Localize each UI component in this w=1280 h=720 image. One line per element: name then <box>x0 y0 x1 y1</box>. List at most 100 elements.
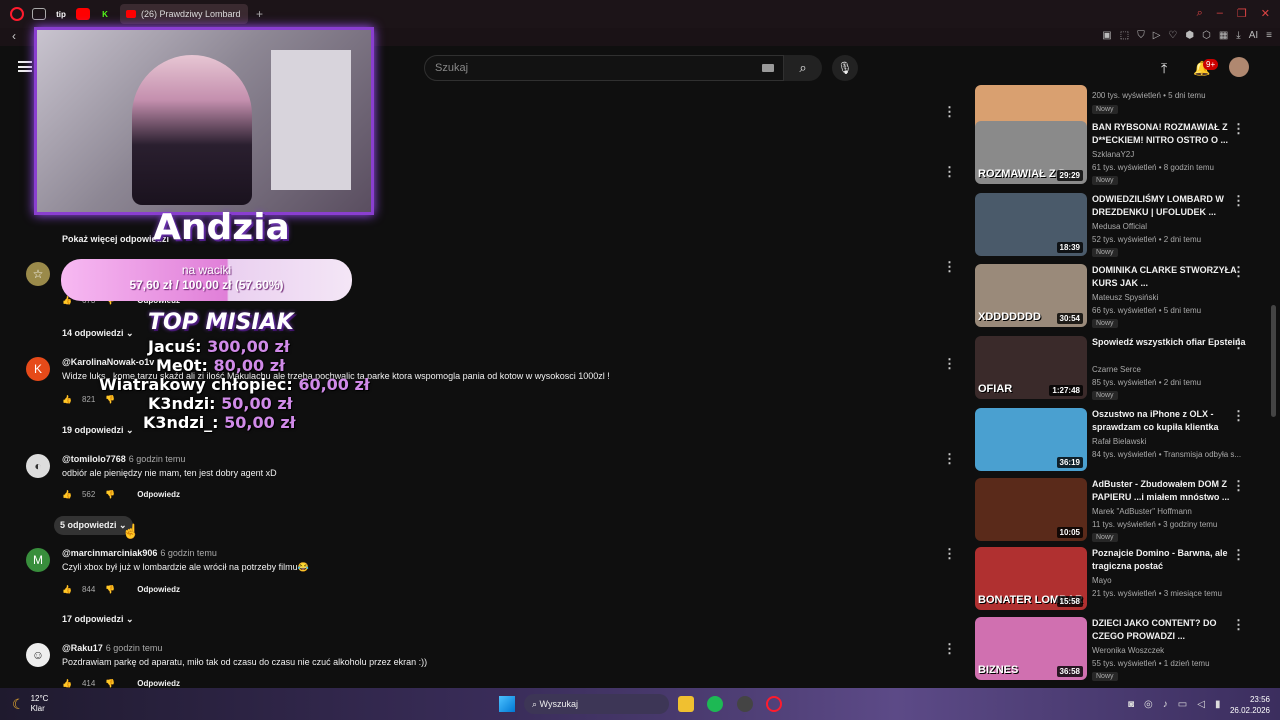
download-icon[interactable]: ⤓ <box>1236 30 1240 41</box>
related-video[interactable]: OFIAR 1:27:48 Spowiedź wszystkich ofiar Ep… <box>975 336 1265 400</box>
replies-toggle[interactable]: 19 odpowiedzi ⌄ <box>62 425 134 436</box>
related-video[interactable]: BONATER LOMBAR 15:58 Poznajcie Domino - Ba… <box>975 547 1265 611</box>
channel-name[interactable]: Rafał Bielawski <box>1092 437 1146 446</box>
tip-icon[interactable]: tip <box>54 8 68 20</box>
comment-time[interactable]: 6 godzin temu <box>106 643 163 653</box>
video-menu-icon[interactable]: ⋮ <box>1232 121 1245 137</box>
upload-icon[interactable]: ⤒ <box>1161 60 1167 77</box>
video-thumbnail[interactable]: OFIAR 1:27:48 <box>975 336 1087 399</box>
channel-name[interactable]: Mateusz Spysiński <box>1092 293 1158 302</box>
video-menu-icon[interactable]: ⋮ <box>1232 264 1245 280</box>
battery-icon[interactable]: ▮ <box>1215 699 1221 710</box>
reply-button[interactable]: Odpowiedz <box>137 585 180 594</box>
close-icon[interactable]: ✕ <box>1261 7 1270 20</box>
comment-menu-icon[interactable]: ⋮ <box>943 451 956 467</box>
weather-widget[interactable]: ☾ 12°C Klar <box>12 694 48 714</box>
channel-name[interactable]: Czarne Serce <box>1092 365 1141 374</box>
video-title[interactable]: Poznajcie Domino - Barwna, ale tragiczna… <box>1092 547 1247 573</box>
play-icon[interactable]: ▷ <box>1153 30 1161 41</box>
video-thumbnail[interactable]: ROZMAWIAŁ Z D 29:29 <box>975 121 1087 184</box>
tab-prawdziwy-lombard[interactable]: (26) Prawdziwy Lombard <box>120 4 248 24</box>
video-thumbnail[interactable]: 10:05 <box>975 478 1087 541</box>
video-menu-icon[interactable]: ⋮ <box>1232 547 1245 563</box>
video-menu-icon[interactable]: ⋮ <box>1232 478 1245 494</box>
youtube-icon[interactable] <box>76 8 90 20</box>
related-video[interactable]: BIZNES 36:58 DZIECI JAKO CONTENT? DO CZEGO… <box>975 617 1265 681</box>
dislike-icon[interactable]: 👎 <box>105 585 115 594</box>
replies-toggle[interactable]: 17 odpowiedzi ⌄ <box>62 614 134 625</box>
menu-icon[interactable]: ≡ <box>1266 30 1272 41</box>
volume-icon[interactable]: ◁ <box>1197 699 1205 710</box>
dislike-icon[interactable]: 👎 <box>105 679 115 688</box>
video-thumbnail[interactable]: 18:39 <box>975 193 1087 256</box>
avatar[interactable]: ☆ <box>26 262 50 286</box>
back-icon[interactable]: ‹ <box>12 29 16 43</box>
video-menu-icon[interactable]: ⋮ <box>1232 336 1245 352</box>
comment-menu-icon[interactable]: ⋮ <box>943 259 956 275</box>
hamburger-menu-icon[interactable] <box>18 61 32 72</box>
voice-search-button[interactable]: 🎙 <box>832 55 858 81</box>
comment-menu-icon[interactable]: ⋮ <box>943 356 956 372</box>
video-menu-icon[interactable]: ⋮ <box>1232 617 1245 633</box>
related-video[interactable]: 36:19 Oszustwo na iPhone z OLX - sprawdza… <box>975 408 1265 472</box>
search-button[interactable]: ⌕ <box>784 55 822 81</box>
kick-icon[interactable]: K <box>98 8 112 20</box>
comment-menu-icon[interactable]: ⋮ <box>943 104 956 120</box>
like-icon[interactable]: 👍 <box>62 490 72 499</box>
channel-name[interactable]: Marek "AdBuster" Hoffmann <box>1092 507 1192 516</box>
extension-icon[interactable]: ▣ <box>1102 30 1111 41</box>
avatar[interactable]: ◐ <box>26 454 50 478</box>
profile-icon[interactable]: ▦ <box>1219 30 1228 41</box>
adblock-icon[interactable]: ⬢ <box>1185 30 1194 41</box>
search-tabs-icon[interactable]: ⌕ <box>1197 7 1203 20</box>
heart-icon[interactable]: ♡ <box>1168 30 1177 41</box>
video-title[interactable]: Oszustwo na iPhone z OLX - sprawdzam co … <box>1092 408 1247 434</box>
like-icon[interactable]: 👍 <box>62 585 72 594</box>
search-input[interactable]: Szukaj <box>424 55 784 81</box>
video-title[interactable]: ODWIEDZILIŚMY LOMBARD W DREZDENKU | UFOL… <box>1092 193 1247 219</box>
comment-time[interactable]: 6 godzin temu <box>129 454 186 464</box>
keyboard-icon[interactable] <box>762 64 774 72</box>
minimize-icon[interactable]: – <box>1217 7 1223 20</box>
related-video[interactable]: XDDDDDDD 30:54 DOMINIKA CLARKE STWORZYŁA K… <box>975 264 1265 328</box>
steam-icon[interactable]: ◎ <box>1144 699 1153 710</box>
opera-taskbar-icon[interactable] <box>766 696 782 712</box>
comment-author[interactable]: @KarolinaNowak-o1v <box>62 357 154 367</box>
opera-logo-icon[interactable] <box>10 7 24 21</box>
clock[interactable]: 23:56 26.02.2026 <box>1228 694 1270 716</box>
shield-icon[interactable]: ⛉ <box>1137 30 1145 41</box>
ai-icon[interactable]: AI <box>1249 30 1258 41</box>
video-menu-icon[interactable]: ⋮ <box>1232 408 1245 424</box>
network-icon[interactable]: ▭ <box>1178 699 1187 710</box>
discord-icon[interactable]: ◙ <box>1128 699 1134 710</box>
video-title[interactable]: BAN RYBSONA! ROZMAWIAŁ Z D**ECKIEM! NITR… <box>1092 121 1247 147</box>
reply-button[interactable]: Odpowiedz <box>137 679 180 688</box>
vpn-icon[interactable] <box>32 8 46 20</box>
avatar[interactable]: M <box>26 548 50 572</box>
scrollbar[interactable] <box>1271 305 1276 417</box>
related-video[interactable]: 18:39 ODWIEDZILIŚMY LOMBARD W DREZDENKU |… <box>975 193 1265 257</box>
like-icon[interactable]: 👍 <box>62 679 72 688</box>
dislike-icon[interactable]: 👎 <box>105 490 115 499</box>
video-title[interactable]: DOMINIKA CLARKE STWORZYŁA KURS JAK ... <box>1092 264 1247 290</box>
comment-time[interactable]: 6 godzin temu <box>160 548 217 558</box>
comment-menu-icon[interactable]: ⋮ <box>943 164 956 180</box>
video-title[interactable]: Spowiedź wszystkich ofiar Epsteina <box>1092 336 1247 349</box>
video-thumbnail[interactable]: 36:19 <box>975 408 1087 471</box>
avatar[interactable]: ☺ <box>26 643 50 667</box>
like-icon[interactable]: 👍 <box>62 395 72 404</box>
replies-toggle[interactable]: 5 odpowiedzi ⌄ <box>54 516 133 535</box>
channel-name[interactable]: Mayo <box>1092 576 1112 585</box>
video-thumbnail[interactable]: XDDDDDDD 30:54 <box>975 264 1087 327</box>
spotify-icon[interactable] <box>707 696 723 712</box>
reply-button[interactable]: Odpowiedz <box>137 490 180 499</box>
channel-name[interactable]: SzklanaY2J <box>1092 150 1134 159</box>
windows-start-icon[interactable] <box>499 696 515 712</box>
file-explorer-icon[interactable] <box>678 696 694 712</box>
related-video[interactable]: ROZMAWIAŁ Z D 29:29 BAN RYBSONA! ROZMAWIAŁ… <box>975 121 1265 185</box>
obs-icon[interactable] <box>737 696 753 712</box>
comment-author[interactable]: @marcinmarciniak906 <box>62 548 157 558</box>
video-title[interactable]: AdBuster - Zbudowałem DOM Z PAPIERU ...i… <box>1092 478 1247 504</box>
taskbar-search[interactable]: ⌕ Wyszukaj <box>524 694 669 714</box>
related-video[interactable]: 10:05 AdBuster - Zbudowałem DOM Z PAPIERU… <box>975 478 1265 542</box>
